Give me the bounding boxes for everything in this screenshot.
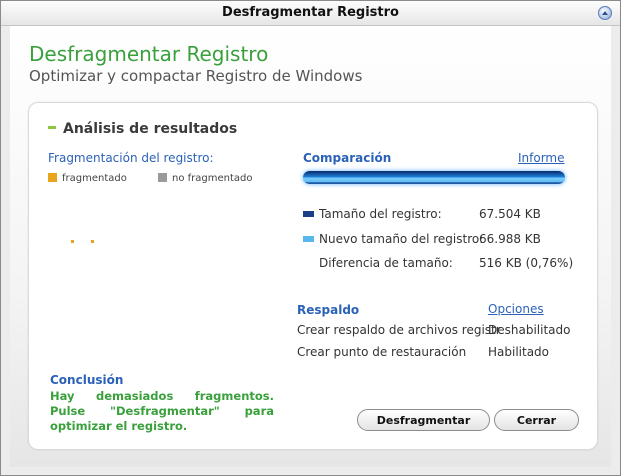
page-title: Desfragmentar Registro: [29, 42, 269, 66]
title-bar: Desfragmentar Registro: [1, 1, 620, 26]
options-link[interactable]: Opciones: [488, 302, 544, 316]
window: Desfragmentar Registro Desfragmentar Reg…: [0, 0, 621, 476]
fragmented-block: [71, 240, 74, 243]
registry-size-value: 67.504 KB: [479, 207, 541, 221]
comparison-bar: [303, 171, 565, 184]
window-title: Desfragmentar Registro: [222, 5, 399, 20]
comparison-heading: Comparación: [303, 151, 392, 165]
app-body: Desfragmentar Registro Optimizar y compa…: [10, 26, 611, 467]
close-button[interactable]: Cerrar: [494, 409, 579, 431]
conclusion-title: Conclusión: [50, 373, 124, 387]
restore-point-value: Habilitado: [488, 345, 550, 359]
fragmented-block: [91, 240, 94, 243]
fragmentation-heading: Fragmentación del registro:: [48, 151, 214, 165]
section-title-text: Análisis de resultados: [63, 121, 238, 137]
legend-not-fragmented: no fragmentado: [158, 172, 253, 184]
legend-not-fragmented-label: no fragmentado: [172, 173, 253, 184]
backup-heading: Respaldo: [297, 303, 360, 317]
page-subtitle: Optimizar y compactar Registro de Window…: [29, 67, 363, 85]
section-title: Análisis de resultados: [48, 121, 237, 137]
size-difference-value: 516 KB (0,76%): [479, 256, 574, 270]
results-panel: Análisis de resultados Fragmentación del…: [28, 102, 598, 450]
report-link[interactable]: Informe: [518, 151, 565, 165]
legend-fragmented: fragmentado: [48, 172, 127, 184]
new-registry-size-label: Nuevo tamaño del registro:: [319, 232, 484, 246]
conclusion-text: Hay demasiados fragmentos. Pulse "Desfra…: [50, 389, 274, 433]
not-fragmented-swatch-icon: [158, 172, 167, 182]
new-registry-size-value: 66.988 KB: [479, 232, 541, 246]
new-size-key-icon: [303, 236, 314, 242]
window-close-button[interactable]: [598, 6, 612, 20]
size-difference-label: Diferencia de tamaño:: [319, 256, 453, 270]
section-bullet-icon: [48, 125, 56, 129]
backup-files-value: Deshabilitado: [488, 323, 571, 337]
registry-size-label: Tamaño del registro:: [319, 207, 442, 221]
backup-files-label: Crear respaldo de archivos registr: [297, 323, 501, 337]
restore-point-label: Crear punto de restauración: [297, 345, 467, 359]
defragment-button[interactable]: Desfragmentar: [357, 409, 490, 431]
fragmentation-map-grid: [55, 192, 261, 350]
chevron-up-icon: [602, 11, 608, 15]
fragmented-swatch-icon: [48, 172, 57, 182]
old-size-key-icon: [303, 211, 314, 217]
legend-fragmented-label: fragmentado: [62, 173, 127, 184]
comparison-bar-highlight: [303, 179, 565, 182]
